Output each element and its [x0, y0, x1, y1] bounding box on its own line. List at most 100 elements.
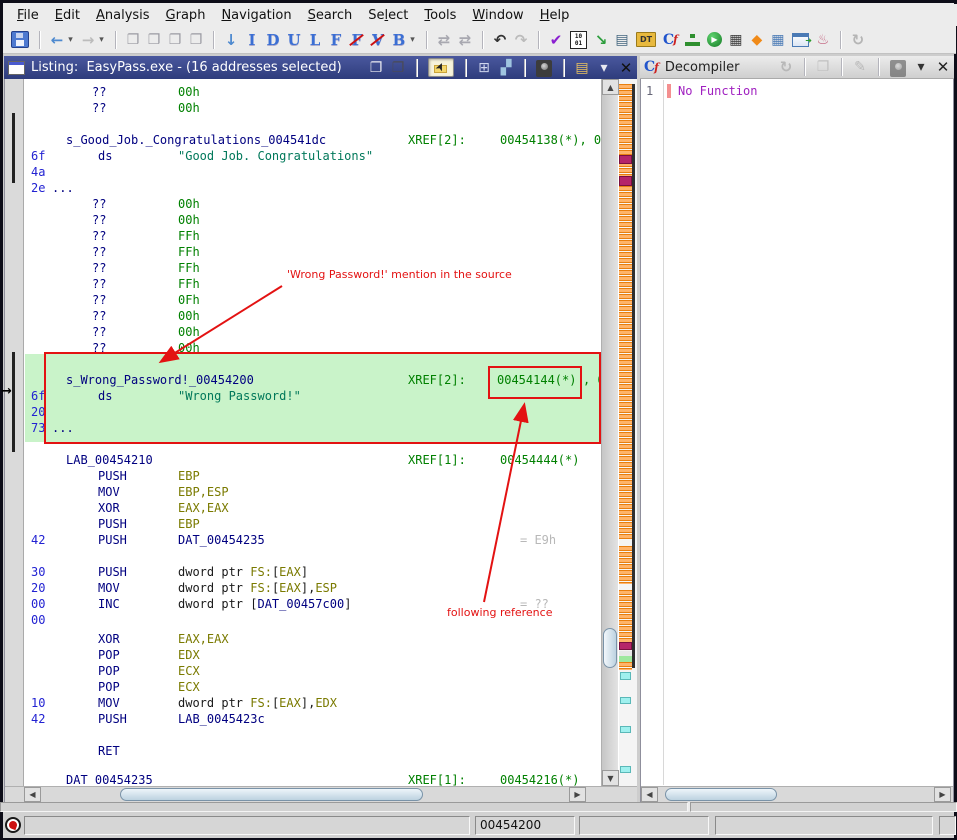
navigation-marker-column[interactable]: [619, 79, 637, 786]
menu-tools[interactable]: Tools: [416, 6, 464, 25]
horizontal-scroll-thumb[interactable]: [665, 788, 777, 801]
horizontal-scroll-thumb[interactable]: [120, 788, 423, 801]
memory-map-icon[interactable]: ▤: [615, 31, 629, 49]
marker-magenta[interactable]: [619, 642, 632, 650]
listing-header[interactable]: Listing: EasyPass.exe - (16 addresses se…: [4, 56, 637, 79]
function-cf-icon[interactable]: Cf: [663, 31, 678, 49]
diamond-icon[interactable]: ◆: [750, 31, 764, 49]
copy-special-1-icon[interactable]: ❐: [126, 31, 140, 49]
auto-analyze-icon[interactable]: ♨: [816, 31, 830, 49]
ghidra-dragon-icon[interactable]: [5, 817, 21, 833]
marker-cyan[interactable]: [620, 672, 631, 680]
menu-select[interactable]: Select: [360, 6, 416, 25]
copy-special-4-icon[interactable]: ❐: [189, 31, 203, 49]
copy-special-3-icon[interactable]: ❐: [168, 31, 182, 49]
back-button[interactable]: ←: [50, 31, 64, 49]
close-icon[interactable]: ✕: [936, 59, 950, 76]
marker-edge[interactable]: [632, 84, 635, 668]
marker-cyan[interactable]: [620, 697, 631, 704]
decompiler-panel[interactable]: [640, 56, 954, 802]
swap-1-icon[interactable]: ⇄: [437, 31, 451, 49]
panel-dropdown[interactable]: ▾: [914, 59, 928, 76]
diff-icon[interactable]: ▞: [499, 59, 513, 76]
letter-f-crossed-icon[interactable]: F: [350, 31, 364, 49]
letter-u-icon[interactable]: U: [287, 31, 301, 49]
scroll-down-button[interactable]: ▼: [602, 770, 619, 786]
copy-icon[interactable]: ❐: [369, 59, 383, 76]
marker-cyan[interactable]: [620, 726, 631, 733]
decompiler-header[interactable]: Cf Decompiler ↻❐✎▾✕: [640, 56, 954, 79]
listing-line: ??FFh: [25, 244, 601, 260]
letter-i-icon[interactable]: I: [245, 31, 259, 49]
snapshot-icon[interactable]: [890, 60, 906, 77]
back-dropdown[interactable]: ▾: [67, 31, 74, 49]
scroll-right-button[interactable]: ▶: [934, 787, 951, 802]
refresh-icon[interactable]: ↻: [779, 59, 793, 76]
pulldown-icon[interactable]: ↓: [224, 31, 238, 49]
symbol-tree-icon[interactable]: [685, 32, 700, 47]
letter-f-icon[interactable]: F: [329, 31, 343, 49]
scroll-left-button[interactable]: ◀: [24, 787, 41, 802]
listing-content[interactable]: ??00h??00hs_Good_Job._Congratulations_00…: [25, 79, 601, 786]
copy-icon[interactable]: ❐: [816, 59, 830, 76]
listing-line: LAB_00454210XREF[1]:00454444(*): [25, 452, 601, 468]
export-icon[interactable]: ↘: [594, 31, 608, 49]
menu-window[interactable]: Window: [464, 6, 531, 25]
scroll-left-button[interactable]: ◀: [641, 787, 658, 802]
menu-graph[interactable]: Graph: [158, 6, 214, 25]
scroll-up-button[interactable]: ▲: [602, 79, 619, 95]
memory-chip-icon[interactable]: ▦: [729, 31, 743, 49]
decompiler-bottom-strip: [690, 802, 957, 812]
edit-fields-icon[interactable]: ⊞: [477, 59, 491, 76]
marker-stripe[interactable]: [619, 590, 632, 642]
marker-magenta[interactable]: [619, 155, 632, 164]
edit-icon[interactable]: ✎: [853, 59, 867, 76]
marker-stripe[interactable]: [619, 662, 632, 670]
marker-magenta[interactable]: [619, 176, 632, 186]
menu-help[interactable]: Help: [532, 6, 578, 25]
decompiler-title: Decompiler: [665, 60, 740, 75]
listing-horizontal-scrollbar[interactable]: ◀ ▶: [5, 786, 637, 802]
listing-margin[interactable]: [5, 79, 24, 786]
menu-file[interactable]: File: [9, 6, 47, 25]
snapshot-icon[interactable]: [536, 60, 552, 77]
vertical-scroll-thumb[interactable]: [603, 628, 617, 668]
forward-dropdown[interactable]: ▾: [98, 31, 105, 49]
binary-view-icon[interactable]: 10 01: [570, 31, 587, 49]
letter-d-icon[interactable]: D: [266, 31, 280, 49]
status-field-3: [715, 816, 933, 835]
menu-navigation[interactable]: Navigation: [213, 6, 299, 25]
redo-button[interactable]: ↷: [514, 31, 528, 49]
format-icon[interactable]: ▤: [575, 59, 589, 76]
listing-vertical-scrollbar[interactable]: ▲ ▼: [601, 79, 618, 786]
run-script-icon[interactable]: ▶: [707, 32, 722, 47]
decompiler-horizontal-scrollbar[interactable]: ◀ ▶: [641, 786, 953, 802]
scroll-right-button[interactable]: ▶: [569, 787, 586, 802]
decompiler-line-number: 1: [646, 84, 653, 98]
copy-special-2-icon[interactable]: ❐: [147, 31, 161, 49]
format-dropdown[interactable]: ▾: [597, 59, 611, 76]
letter-l-icon[interactable]: L: [308, 31, 322, 49]
validate-icon[interactable]: ✔: [549, 31, 563, 49]
letter-b-icon[interactable]: B: [392, 31, 406, 49]
paste-icon[interactable]: ❐: [391, 59, 405, 76]
data-type-manager-icon[interactable]: DT: [636, 32, 656, 47]
letter-b-dropdown[interactable]: ▾: [409, 31, 416, 49]
swap-2-icon[interactable]: ⇄: [458, 31, 472, 49]
undo-button[interactable]: ↶: [493, 31, 507, 49]
menu-search[interactable]: Search: [300, 6, 361, 25]
menu-analysis[interactable]: Analysis: [88, 6, 158, 25]
refresh-disabled-icon[interactable]: ↻: [851, 31, 865, 49]
save-icon[interactable]: [11, 31, 29, 48]
forward-button[interactable]: →: [81, 31, 95, 49]
letter-v-crossed-icon[interactable]: V: [371, 31, 385, 49]
menu-edit[interactable]: Edit: [47, 6, 88, 25]
marker-stripe[interactable]: [619, 546, 632, 584]
listing-line: s_Wrong_Password!_00454200XREF[2]:004541…: [25, 372, 601, 388]
close-icon[interactable]: ✕: [619, 59, 633, 76]
table-go-icon[interactable]: [792, 33, 809, 47]
cursor-select-toggle[interactable]: [428, 58, 454, 77]
marker-cyan[interactable]: [620, 766, 631, 773]
marker-stripe[interactable]: [619, 84, 632, 540]
table-icon[interactable]: ▦: [771, 31, 785, 49]
